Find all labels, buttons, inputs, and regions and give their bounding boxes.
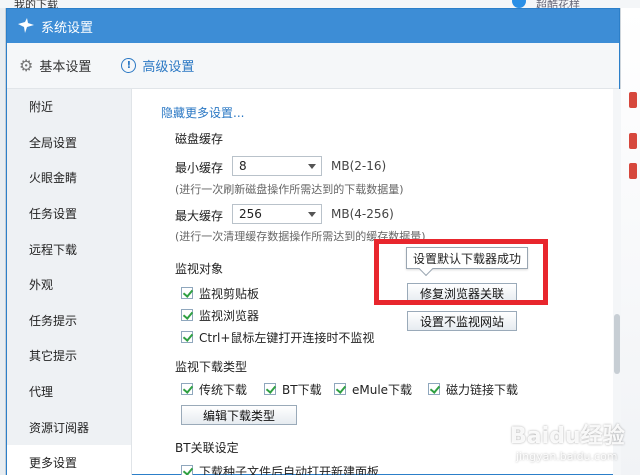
auto-open-new-panel-label: 下载种子文件后自动打开新建面板 [199, 465, 380, 475]
ctrl-click-no-monitor-checkbox[interactable] [181, 331, 193, 343]
sidebar-item-appearance[interactable]: 外观 [7, 267, 131, 303]
emule-download-label: eMule下载 [352, 383, 413, 397]
sidebar-item-label: 资源订阅器 [29, 420, 90, 435]
max-cache-select[interactable]: 256 [232, 204, 322, 224]
traditional-download-label: 传统下载 [199, 383, 248, 397]
settings-window: 系统设置 ⚙ 基本设置 ! 高级设置 附近 全局设置 火眼金睛 任务设置 远程下… [6, 8, 621, 475]
sidebar-item-label: 其它提示 [29, 349, 78, 364]
bt-association-heading: BT关联设定 [175, 441, 239, 455]
auto-open-new-panel-checkbox[interactable] [181, 465, 193, 475]
sidebar-item-label: 附近 [29, 100, 54, 115]
magnet-download-checkbox[interactable] [428, 383, 440, 395]
background-marker [629, 92, 637, 108]
window-title: 系统设置 [41, 20, 94, 36]
sidebar-item-label: 外观 [29, 278, 54, 293]
min-cache-label: 最小缓存 [175, 161, 224, 175]
chevron-down-icon [308, 164, 316, 169]
edit-download-types-button[interactable]: 编辑下载类型 [181, 405, 297, 425]
sidebar-item-nearby[interactable]: 附近 [7, 89, 131, 125]
highlight-box [374, 239, 548, 305]
sidebar-item-remote-download[interactable]: 远程下载 [7, 231, 131, 267]
sidebar-item-more-settings[interactable]: 更多设置 [7, 444, 131, 475]
background-marker [629, 133, 637, 149]
title-bar[interactable]: 系统设置 [7, 9, 619, 43]
sidebar-item-label: 任务提示 [29, 313, 78, 328]
scrollbar-thumb[interactable] [614, 314, 620, 374]
background-right-panel [620, 8, 640, 475]
sidebar-item-fire-eye[interactable]: 火眼金睛 [7, 160, 131, 196]
thunder-logo-icon [17, 17, 35, 35]
sidebar-item-other-notice[interactable]: 其它提示 [7, 338, 131, 374]
bt-download-checkbox[interactable] [264, 383, 276, 395]
monitor-browser-checkbox[interactable] [181, 309, 193, 321]
monitor-browser-label: 监视浏览器 [199, 309, 260, 323]
tab-label: 高级设置 [142, 60, 195, 75]
sidebar-item-label: 任务设置 [29, 207, 78, 222]
monitor-types-heading: 监视下载类型 [175, 360, 248, 374]
sidebar-item-global-settings[interactable]: 全局设置 [7, 125, 131, 161]
sidebar-item-resource-subscriber[interactable]: 资源订阅器 [7, 409, 131, 445]
gear-icon: ⚙ [19, 56, 34, 75]
sidebar-item-task-settings[interactable]: 任务设置 [7, 196, 131, 232]
sidebar-item-label: 更多设置 [29, 456, 78, 471]
watermark-url: jingyan.baidu.com [516, 450, 618, 463]
min-cache-range: MB(2-16) [331, 159, 387, 173]
max-cache-value: 256 [239, 207, 262, 221]
watermark-text: Baidu经验 [510, 424, 625, 449]
sidebar-item-label: 代理 [29, 385, 54, 400]
tab-advanced-settings[interactable]: ! 高级设置 [121, 56, 194, 75]
monitor-object-heading: 监视对象 [175, 262, 224, 276]
magnet-download-label: 磁力链接下载 [446, 383, 519, 397]
bt-download-label: BT下载 [282, 383, 322, 397]
emule-download-checkbox[interactable] [334, 383, 346, 395]
background-marker [629, 163, 637, 179]
max-cache-range: MB(4-256) [331, 207, 394, 221]
disk-cache-heading: 磁盘缓存 [175, 132, 224, 146]
sidebar-item-label: 火眼金睛 [29, 171, 78, 186]
monitor-clipboard-checkbox[interactable] [181, 287, 193, 299]
monitor-clipboard-label: 监视剪贴板 [199, 287, 260, 301]
info-icon: ! [121, 58, 137, 73]
sidebar-item-proxy[interactable]: 代理 [7, 374, 131, 410]
sidebar-item-label: 全局设置 [29, 135, 78, 150]
baidu-watermark: Baidu经验 jingyan.baidu.com [510, 418, 628, 470]
tab-basic-settings[interactable]: ⚙ 基本设置 [19, 56, 91, 75]
set-no-monitor-sites-button[interactable]: 设置不监视网站 [407, 311, 517, 331]
sidebar-item-label: 远程下载 [29, 242, 78, 257]
tab-label: 基本设置 [39, 60, 92, 75]
twitter-bird-icon [512, 0, 526, 8]
max-cache-label: 最大缓存 [175, 209, 224, 223]
min-cache-value: 8 [239, 159, 247, 173]
sidebar-item-task-notice[interactable]: 任务提示 [7, 303, 131, 339]
background-taskbar: 我的下载 超酷花样 [0, 0, 640, 11]
sidebar: 附近 全局设置 火眼金睛 任务设置 远程下载 外观 任务提示 其它提示 代理 资… [7, 89, 132, 475]
tab-bar: ⚙ 基本设置 ! 高级设置 [7, 43, 619, 89]
min-cache-select[interactable]: 8 [232, 156, 322, 176]
chevron-down-icon [308, 212, 316, 217]
min-cache-hint: (进行一次刷新磁盘操作所需达到的下载数据量) [175, 183, 404, 196]
hide-more-settings-link[interactable]: 隐藏更多设置... [161, 104, 244, 121]
ctrl-click-no-monitor-label: Ctrl+鼠标左键打开连接时不监视 [199, 331, 375, 345]
traditional-download-checkbox[interactable] [181, 383, 193, 395]
